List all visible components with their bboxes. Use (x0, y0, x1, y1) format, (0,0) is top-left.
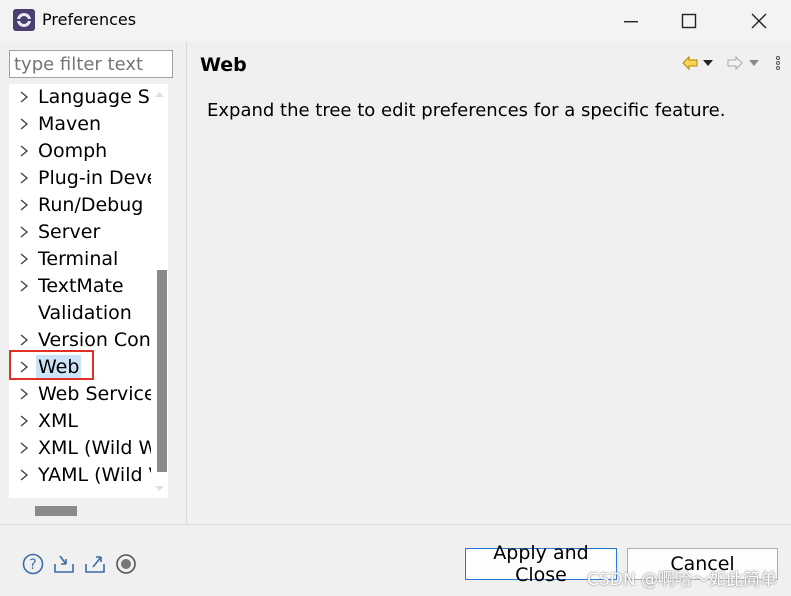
chevron-right-icon[interactable] (18, 225, 30, 239)
tree-item[interactable]: XML (9, 408, 151, 435)
tree-item-label: Plug-in Deve (38, 167, 151, 189)
chevron-right-icon[interactable] (18, 414, 30, 428)
horizontal-scroll-thumb[interactable] (35, 506, 77, 516)
page-description: Expand the tree to edit preferences for … (207, 100, 726, 121)
tree-item[interactable]: Plug-in Deve (9, 165, 151, 192)
forward-arrow-icon[interactable] (726, 54, 744, 72)
tree-item-label: Web Services (38, 383, 151, 405)
chevron-right-icon[interactable] (18, 117, 30, 131)
vertical-scroll-thumb[interactable] (157, 270, 167, 472)
tree-item-label: Server (38, 221, 101, 243)
tree-item[interactable]: Run/Debug (9, 192, 151, 219)
filter-input[interactable] (9, 50, 173, 78)
preferences-tree: Language Se Maven Oomph Plug-in Deve Run/Deb… (9, 84, 151, 498)
chevron-right-icon[interactable] (18, 279, 30, 293)
tree-item-label: XML (38, 410, 78, 432)
eclipse-app-icon (13, 9, 35, 31)
preferences-tree-panel: Language Se Maven Oomph Plug-in Deve Run/Deb… (0, 42, 187, 524)
tree-item[interactable]: Language Se (9, 84, 151, 111)
back-arrow-icon[interactable] (681, 54, 699, 72)
tree-item[interactable]: Web Services (9, 381, 151, 408)
tree-item-label: Version Cont (38, 329, 151, 351)
tree-item[interactable]: Validation (9, 300, 151, 327)
close-icon (751, 13, 767, 29)
tree-item[interactable]: Terminal (9, 246, 151, 273)
page-title: Web (200, 54, 247, 76)
tree-item-label: Maven (38, 113, 102, 135)
scroll-down-arrow-icon[interactable] (151, 482, 168, 496)
chevron-right-icon[interactable] (18, 333, 30, 347)
maximize-button[interactable] (657, 0, 721, 42)
back-dropdown-icon[interactable] (702, 58, 714, 68)
tree-item[interactable]: YAML (Wild V (9, 462, 151, 489)
forward-dropdown-icon[interactable] (748, 58, 760, 68)
tree-item-label: XML (Wild W (38, 437, 151, 459)
maximize-icon (681, 13, 697, 29)
scroll-up-arrow-icon[interactable] (151, 87, 168, 101)
minimize-button[interactable] (599, 0, 663, 42)
preference-page: Web Expand the tree to edit preferences … (187, 42, 791, 524)
tree-item-label: Terminal (38, 248, 119, 270)
tree-item-label: Run/Debug (38, 194, 144, 216)
tree-item[interactable]: Server (9, 219, 151, 246)
tree-item-label: TextMate (38, 275, 124, 297)
chevron-right-icon[interactable] (18, 441, 30, 455)
chevron-right-icon[interactable] (18, 468, 30, 482)
help-icon[interactable]: ? (21, 552, 45, 576)
chevron-right-icon[interactable] (18, 144, 30, 158)
export-icon[interactable] (83, 552, 107, 576)
tree-item-label: Language Se (38, 86, 151, 108)
minimize-icon (624, 21, 638, 23)
chevron-right-icon[interactable] (18, 90, 30, 104)
svg-text:?: ? (29, 557, 36, 573)
title-bar: Preferences (0, 0, 791, 42)
dialog-button-bar: ? Apply and Close Cancel CSDN @啊哈～如此简单 (0, 524, 791, 596)
tree-item[interactable]: Oomph (9, 138, 151, 165)
tree-item-label: Oomph (38, 140, 108, 162)
tree-item[interactable]: XML (Wild W (9, 435, 151, 462)
chevron-right-icon[interactable] (18, 387, 30, 401)
page-navigation-toolbar (671, 52, 791, 74)
close-button[interactable] (727, 0, 791, 42)
view-menu-icon[interactable] (775, 55, 781, 71)
tree-vertical-scrollbar[interactable] (151, 84, 168, 498)
watermark-text: CSDN @啊哈～如此简单 (587, 570, 777, 590)
tree-item[interactable]: TextMate (9, 273, 151, 300)
window-title: Preferences (42, 10, 137, 29)
chevron-right-icon[interactable] (18, 252, 30, 266)
record-icon[interactable] (114, 552, 138, 576)
tree-item-label: Validation (38, 302, 132, 324)
chevron-right-icon[interactable] (18, 171, 30, 185)
chevron-right-icon[interactable] (18, 198, 30, 212)
import-icon[interactable] (52, 552, 76, 576)
tree-item[interactable]: Maven (9, 111, 151, 138)
dialog-content: Language Se Maven Oomph Plug-in Deve Run/Deb… (0, 42, 791, 524)
tree-horizontal-scrollbar[interactable] (9, 498, 151, 518)
tree-item-label: YAML (Wild V (38, 464, 151, 486)
highlight-box (9, 350, 94, 380)
